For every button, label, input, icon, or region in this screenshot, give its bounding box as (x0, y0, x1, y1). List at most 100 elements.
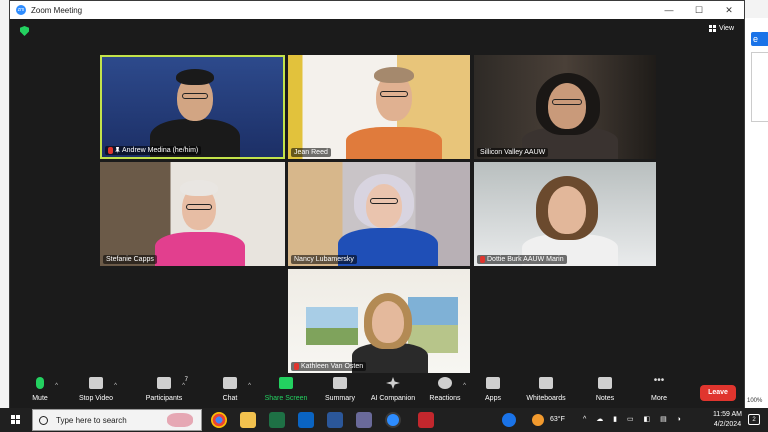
glasses (370, 198, 398, 204)
search-placeholder: Type here to search (56, 415, 127, 425)
painting-left (306, 307, 358, 345)
share-screen-button[interactable]: Share Screen (258, 377, 314, 402)
system-tray-icons[interactable]: ^ ☁ ▮ ▭ ◧ ▤ ◑ (583, 408, 693, 432)
windows-taskbar: Type here to search 63°F ^ ☁ ▮ ▭ ◧ ▤ ◑ 1… (0, 408, 768, 432)
video-tile-stefanie-capps[interactable]: Stefanie Capps (100, 162, 285, 266)
person-hair (180, 180, 218, 196)
chat-button[interactable]: ^ Chat (202, 377, 258, 402)
chat-options-caret[interactable]: ^ (248, 383, 251, 389)
glasses (186, 204, 212, 210)
notification-center-icon[interactable]: 2 (748, 414, 760, 425)
background-panel-box (751, 52, 768, 122)
video-tile-andrew-medina[interactable]: Andrew Medina (he/him) (100, 55, 285, 159)
mic-muted-icon (108, 147, 113, 154)
name-label: Sillicon Valley AAUW (477, 148, 549, 157)
video-tile-dottie-burk[interactable]: Dottie Burk AAUW Marin (474, 162, 656, 266)
close-button[interactable]: ✕ (714, 1, 744, 19)
participant-name: Stefanie Capps (106, 256, 154, 263)
file-explorer-icon[interactable] (240, 412, 256, 428)
grid-icon (708, 25, 716, 32)
summary-icon (333, 377, 347, 389)
participant-name: Sillicon Valley AAUW (480, 149, 546, 156)
emoji-icon: ^ (438, 377, 466, 389)
ai-companion-button[interactable]: AI Companion (365, 377, 421, 402)
apps-button[interactable]: Apps (465, 377, 521, 402)
participants-options-caret[interactable]: ^ (182, 383, 185, 389)
stop-video-button[interactable]: ^ Stop Video (68, 377, 124, 402)
glasses (182, 93, 208, 99)
taskbar-clock[interactable]: 11:59 AM 4/2/2024 (713, 410, 742, 430)
apps-icon (486, 377, 500, 389)
minimize-button[interactable]: — (654, 1, 684, 19)
participant-name: Kathleen Van Osten (301, 363, 364, 370)
name-label: Nancy Lubamersky (291, 255, 357, 264)
name-label: Stefanie Capps (103, 255, 157, 264)
zoom-taskbar-icon[interactable] (385, 412, 401, 428)
whiteboards-button[interactable]: Whiteboards (518, 377, 574, 402)
taskbar-search-box[interactable]: Type here to search (32, 409, 202, 431)
pin-icon (115, 147, 120, 154)
maximize-button[interactable]: ☐ (684, 1, 714, 19)
video-options-caret[interactable]: ^ (114, 383, 117, 389)
person-body (155, 232, 245, 266)
person-face (372, 301, 404, 343)
outlook-icon[interactable] (298, 412, 314, 428)
video-tile-sillicon-valley-aauw[interactable]: Sillicon Valley AAUW (474, 55, 656, 159)
clock-date: 4/2/2024 (713, 421, 742, 428)
weather-icon[interactable] (532, 414, 544, 426)
chrome-icon[interactable] (211, 412, 227, 428)
person-body (346, 127, 442, 159)
name-label: Andrew Medina (he/him) (105, 146, 202, 155)
person-face (548, 83, 586, 129)
more-dots-icon: ••• (653, 375, 665, 386)
help-icon[interactable] (502, 413, 516, 427)
summary-button[interactable]: Summary (312, 377, 368, 402)
mute-options-caret[interactable]: ^ (55, 383, 58, 389)
person-face (548, 186, 586, 234)
chat-bubble-icon: ^ (223, 377, 251, 389)
weather-temp[interactable]: 63°F (550, 408, 565, 432)
participant-name: Nancy Lubamersky (294, 256, 354, 263)
name-label: Jean Reed (291, 148, 331, 157)
participants-count: 7 (184, 377, 188, 383)
more-button[interactable]: ••• More (631, 375, 687, 403)
participants-icon: ^ (157, 377, 185, 389)
window-title: Zoom Meeting (31, 5, 83, 15)
name-label: Dottie Burk AAUW Marin (477, 255, 567, 264)
excel-icon[interactable] (269, 412, 285, 428)
video-tile-kathleen-van-osten[interactable]: Kathleen Van Osten (288, 269, 470, 373)
view-label: View (718, 25, 734, 32)
glasses (380, 91, 408, 97)
glasses (552, 99, 582, 105)
leave-button[interactable]: Leave (700, 385, 736, 401)
mute-button[interactable]: ^ Mute (12, 377, 68, 402)
background-zoom-percent: 100% (747, 398, 763, 404)
search-icon (39, 415, 48, 425)
background-dropdown-button[interactable]: e (751, 32, 768, 46)
whiteboard-icon (539, 377, 553, 389)
name-label: Kathleen Van Osten (291, 362, 367, 371)
person-hair (374, 67, 414, 83)
mic-muted-icon (294, 363, 299, 370)
notes-button[interactable]: Notes (577, 377, 633, 402)
view-button[interactable]: View (708, 25, 734, 32)
background-app-panel: e 100% (744, 18, 768, 408)
word-icon[interactable] (327, 412, 343, 428)
participant-name: Jean Reed (294, 149, 328, 156)
microphone-icon: ^ (36, 377, 58, 389)
windows-start-icon[interactable] (11, 415, 21, 425)
security-shield-icon[interactable] (20, 26, 29, 36)
video-camera-icon: ^ (89, 377, 117, 389)
video-tile-nancy-lubamersky[interactable]: Nancy Lubamersky (288, 162, 470, 266)
zoom-logo-icon: zm (16, 5, 26, 15)
search-highlight-image (167, 413, 193, 427)
share-screen-icon (279, 377, 293, 389)
meeting-toolbar: ^ Mute ^ Stop Video ^ 7 Participants ^ C… (10, 373, 744, 409)
participant-name: Andrew Medina (he/him) (122, 147, 199, 154)
sparkle-icon (386, 377, 400, 389)
person-face (366, 184, 402, 228)
participants-button[interactable]: ^ 7 Participants (136, 377, 192, 402)
video-tile-jean-reed[interactable]: Jean Reed (288, 55, 470, 159)
app-taskbar-icon[interactable] (418, 412, 434, 428)
paint-icon[interactable] (356, 412, 372, 428)
